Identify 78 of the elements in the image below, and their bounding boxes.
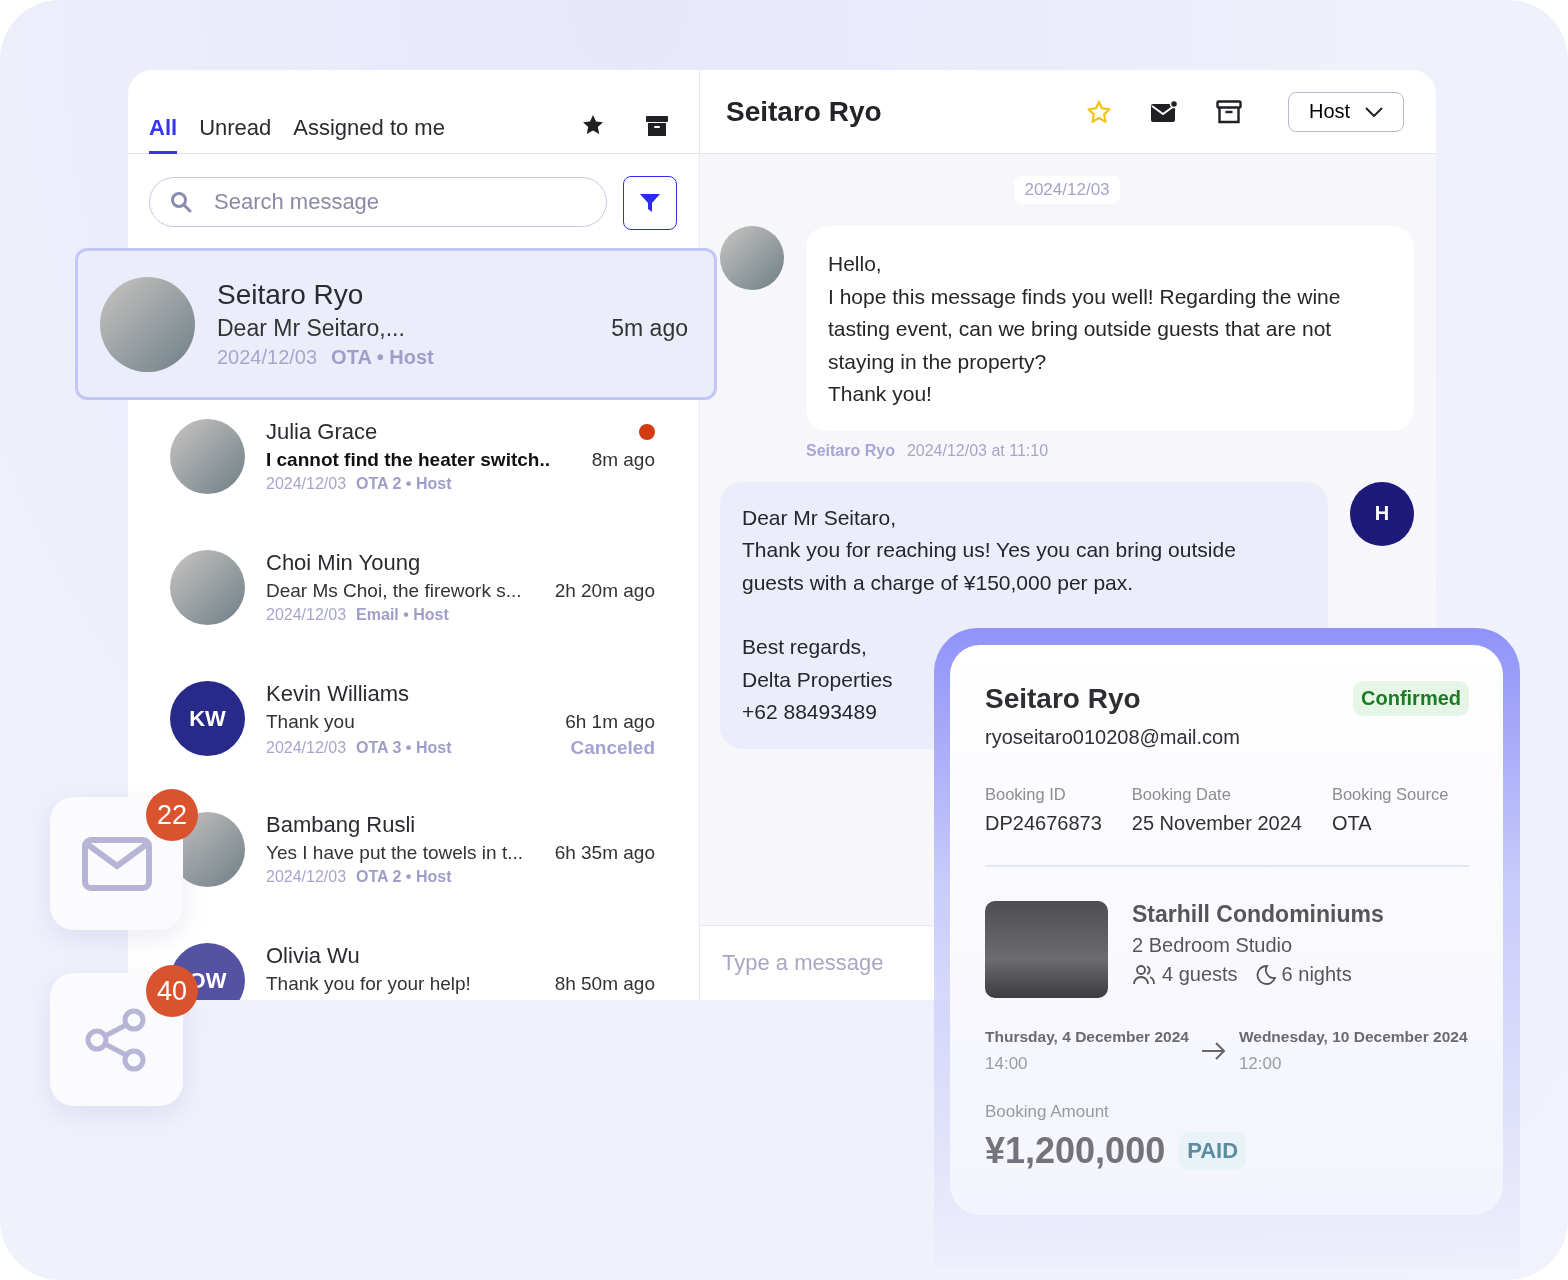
- message-text: Best regards, Delta Properties +62 88493489: [742, 634, 893, 725]
- night-count: 6 nights: [1281, 963, 1352, 986]
- status-badge: Confirmed: [1353, 681, 1469, 716]
- selected-conversation-card[interactable]: Seitaro Ryo Dear Mr Seitaro,... 5m ago 2024/12/03 OTA • Host: [75, 248, 717, 400]
- message-text: Dear Mr Seitaro, Thank you for reaching us! Yes you can bring outside guests with a charge of ¥150,000 per pax.: [742, 504, 1237, 596]
- contact-name: Kevin Williams: [266, 681, 410, 707]
- archive-icon[interactable]: [645, 115, 669, 137]
- message-preview: Yes I have put the towels in t...: [266, 842, 523, 864]
- contact-name: Julia Grace: [266, 419, 378, 445]
- guest-email: ryoseitaro010208@mail.com: [985, 726, 1241, 749]
- message-date: 2024/12/03: [266, 475, 347, 493]
- contact-name: Bambang Rusli: [266, 812, 416, 838]
- guest-name: Seitaro Ryo: [985, 682, 1141, 715]
- message-preview: Dear Ms Choi, the firework s...: [266, 580, 522, 602]
- archive-icon[interactable]: [1216, 99, 1242, 124]
- date-divider: 2024/12/03: [1014, 176, 1120, 204]
- field-label: Booking Date: [1131, 785, 1232, 804]
- arrow-right-icon: [1200, 1041, 1227, 1061]
- check-out-date: Wednesday, 10 December 2024: [1238, 1028, 1468, 1046]
- message-date: 2024/12/03: [266, 606, 347, 624]
- search-icon: [170, 191, 192, 213]
- host-avatar: H: [1350, 481, 1414, 546]
- message-time: 8m ago: [591, 449, 655, 471]
- channel-label: OTA • Host: [331, 346, 434, 369]
- payment-badge: PAID: [1179, 1132, 1247, 1170]
- field-value: DP24676873: [985, 812, 1102, 835]
- sender-name: Seitaro Ryo: [806, 441, 895, 460]
- check-in-time: 14:00: [985, 1054, 1029, 1074]
- check-out-time: 12:00: [1238, 1054, 1283, 1074]
- filter-tab[interactable]: All: [149, 115, 178, 154]
- amount-label: Booking Amount: [985, 1102, 1110, 1122]
- star-icon[interactable]: [581, 113, 605, 137]
- contact-name: Olivia Wu: [266, 943, 360, 969]
- filter-button[interactable]: [623, 176, 677, 230]
- contact-name: Choi Min Young: [266, 550, 421, 576]
- moon-icon: [1255, 963, 1276, 986]
- chevron-down-icon: [1365, 106, 1383, 117]
- message-preview: Dear Mr Seitaro,...: [217, 315, 405, 342]
- channel-label: Email • Host: [356, 606, 449, 624]
- message-preview: Thank you for your help!: [266, 973, 471, 995]
- message-time: 2h 20m ago: [554, 580, 655, 602]
- booking-amount: ¥1,200,000: [985, 1130, 1166, 1172]
- filter-tab[interactable]: Unread: [199, 115, 272, 154]
- avatar-initials: KW: [189, 705, 226, 732]
- message-time: 8h 50m ago: [554, 973, 655, 995]
- star-icon[interactable]: [1086, 98, 1112, 125]
- booking-status: Canceled: [570, 737, 655, 759]
- message-date: 2024/12/03: [217, 346, 318, 369]
- channel-label: OTA 3 • Host: [356, 739, 452, 757]
- chat-title: Seitaro Ryo: [726, 95, 882, 128]
- message-time: 6h 35m ago: [554, 842, 655, 864]
- property-name: Starhill Condominiums: [1132, 901, 1384, 928]
- mail-icon[interactable]: [1150, 99, 1178, 124]
- message-preview: Thank you: [266, 711, 355, 733]
- message-time: 5m ago: [611, 315, 688, 342]
- room-type: 2 Bedroom Studio: [1132, 934, 1294, 957]
- check-in-date: Thursday, 4 December 2024: [985, 1028, 1189, 1046]
- message-date: 2024/12/03: [266, 739, 347, 757]
- filter-icon: [639, 192, 661, 214]
- guest-count: 4 guests: [1162, 963, 1238, 986]
- search-field[interactable]: Search message: [149, 177, 607, 227]
- message-text: Hello, I hope this message finds you well! Regarding the wine tasting event, can we bring outside guests that are not staying in the property? Thank you!: [828, 251, 1342, 407]
- people-icon: [1132, 963, 1156, 986]
- channel-label: OTA 2 • Host: [356, 868, 452, 886]
- role-dropdown[interactable]: Host: [1288, 91, 1404, 132]
- message-time: 6h 1m ago: [565, 711, 655, 733]
- contact-name: Seitaro Ryo: [217, 279, 364, 311]
- filter-tab[interactable]: Assigned to me: [293, 115, 445, 154]
- message-preview: I cannot find the heater switch..: [266, 449, 550, 471]
- message-input[interactable]: Type a message: [720, 949, 924, 977]
- field-label: Booking Source: [1331, 785, 1449, 804]
- message-date: 2024/12/03: [266, 868, 347, 886]
- mail-icon: [81, 836, 152, 891]
- field-label: Booking ID: [985, 785, 1067, 804]
- channel-label: OTA 2 • Host: [356, 475, 452, 493]
- message-timestamp: 2024/12/03 at 11:10: [906, 441, 1049, 460]
- field-value: OTA: [1331, 812, 1373, 835]
- field-value: 25 November 2024: [1131, 812, 1302, 835]
